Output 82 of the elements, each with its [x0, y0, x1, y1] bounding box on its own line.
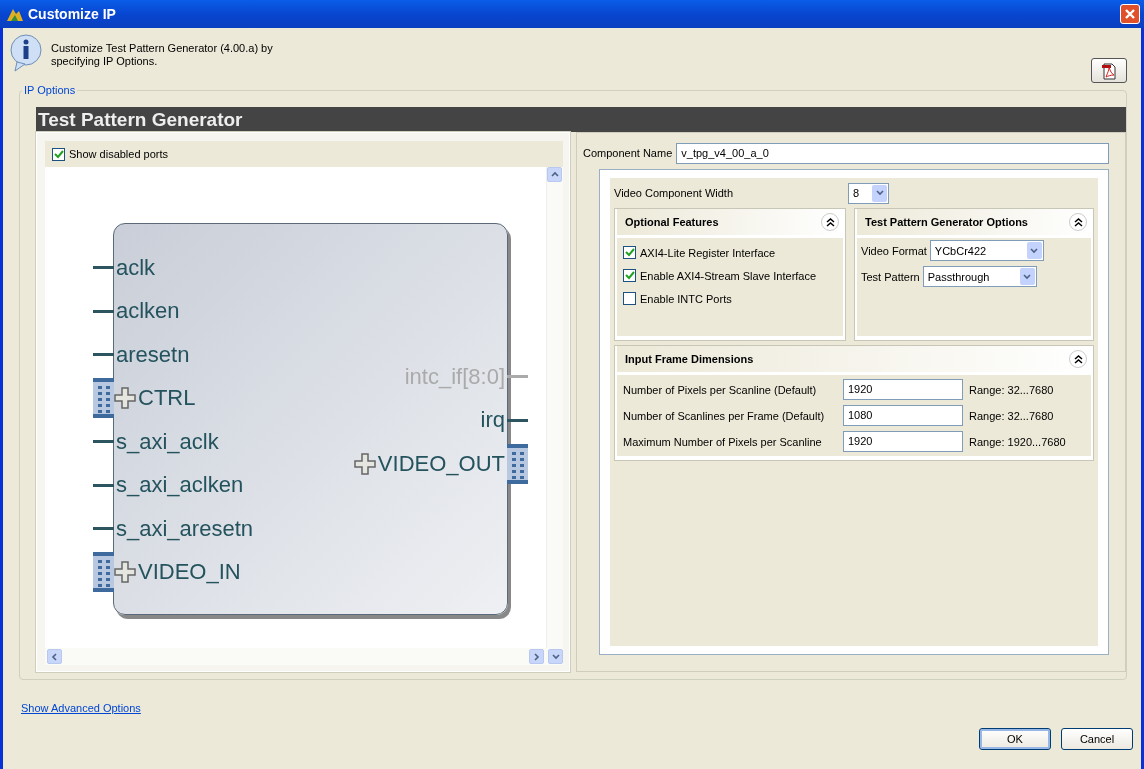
dialog-button[interactable]: OK — [979, 728, 1051, 750]
dropdown[interactable]: YCbCr422 — [929, 240, 1044, 261]
field-label: Video Format — [861, 244, 927, 257]
port-label: irq — [479, 407, 506, 434]
info-icon — [9, 34, 43, 72]
checkbox[interactable] — [52, 147, 65, 161]
advanced-options-link[interactable]: Show Advanced Options — [21, 702, 141, 714]
field-label: Number of Scanlines per Frame (Default) — [623, 409, 826, 422]
collapse-button[interactable] — [1069, 350, 1087, 368]
close-icon — [1124, 8, 1136, 20]
caret-icon — [875, 189, 884, 197]
caret-icon — [1023, 272, 1032, 281]
port-label: s_axi_aclken — [115, 472, 245, 499]
number-field[interactable]: 1080 — [843, 405, 963, 426]
close-button[interactable] — [1120, 4, 1140, 24]
port-label: CTRL — [137, 385, 197, 412]
range-text: Range: 32...7680 — [969, 383, 1054, 396]
scroll-up-button[interactable] — [547, 167, 562, 182]
collapse-button[interactable] — [1069, 213, 1087, 231]
bus-connector-icon — [93, 378, 114, 419]
window-title: Customize IP — [28, 6, 117, 22]
caret-icon — [551, 652, 560, 661]
caret-icon — [550, 170, 559, 179]
port-line — [507, 375, 528, 379]
port-line — [93, 353, 114, 357]
port-label: VIDEO_IN — [137, 559, 242, 586]
range-text: Range: 1920...7680 — [969, 435, 1066, 448]
port-label: s_axi_aclk — [115, 428, 220, 455]
component-name-field[interactable]: v_tpg_v4_00_a_0 — [676, 142, 1109, 164]
plus-icon — [353, 452, 376, 475]
group-title: Input Frame Dimensions — [625, 353, 754, 365]
caret-icon — [1030, 246, 1039, 255]
bus-connector-icon — [507, 443, 528, 484]
pdf-document-icon — [1101, 61, 1117, 80]
section-header: Test Pattern Generator — [36, 107, 1126, 132]
port-line — [507, 418, 528, 422]
checkbox[interactable] — [623, 269, 636, 282]
checkbox-label: Enable AXI4-Stream Slave Interface — [640, 269, 817, 282]
checkbox-label: AXI4-Lite Register Interface — [640, 246, 776, 259]
group-legend: IP Options — [22, 84, 78, 96]
checkbox-label: Show disabled ports — [69, 148, 169, 160]
plus-icon — [114, 561, 136, 584]
field-label: Component Name — [583, 147, 673, 159]
port-label: aresetn — [115, 341, 191, 368]
field-label: Number of Pixels per Scanline (Default) — [623, 383, 818, 396]
double-chevron-icon — [1073, 217, 1083, 227]
dialog-button[interactable]: Cancel — [1061, 728, 1133, 750]
port-label: VIDEO_OUT — [376, 450, 506, 477]
scroll-right-button[interactable] — [529, 649, 544, 664]
dropdown[interactable]: 8 — [848, 182, 889, 204]
checkbox[interactable] — [623, 292, 636, 305]
field-label: Test Pattern — [861, 270, 920, 283]
caret-icon — [532, 652, 541, 661]
port-line — [93, 527, 114, 531]
pdf-button[interactable] — [1091, 58, 1127, 83]
description-text: Customize Test Pattern Generator (4.00.a) by specifying IP Options. — [51, 42, 274, 68]
plus-icon — [114, 387, 136, 410]
checkbox-label: Enable INTC Ports — [640, 292, 732, 305]
port-line — [93, 266, 114, 270]
scroll-left-button[interactable] — [47, 649, 62, 664]
caret-icon — [50, 652, 59, 661]
bus-connector-icon — [93, 552, 114, 593]
port-label: aclk — [115, 254, 157, 281]
group-title: Test Pattern Generator Options — [865, 216, 1028, 228]
checkbox[interactable] — [623, 246, 636, 259]
number-field[interactable]: 1920 — [843, 431, 963, 452]
port-label: s_axi_aresetn — [115, 515, 254, 542]
port-line — [93, 309, 114, 313]
range-text: Range: 32...7680 — [969, 409, 1054, 422]
double-chevron-icon — [825, 217, 835, 227]
field-label: Maximum Number of Pixels per Scanline — [623, 435, 823, 448]
double-chevron-icon — [1073, 354, 1083, 364]
number-field[interactable]: 1920 — [843, 379, 963, 400]
port-line — [93, 440, 114, 444]
group-title: Optional Features — [625, 216, 719, 228]
port-label: aclken — [115, 298, 181, 325]
dropdown[interactable]: Passthrough — [922, 266, 1037, 287]
port-label: intc_if[8:0] — [403, 363, 506, 390]
field-label: Video Component Width — [614, 187, 735, 199]
collapse-button[interactable] — [821, 213, 839, 231]
port-line — [93, 483, 114, 487]
scroll-down-button[interactable] — [548, 649, 563, 664]
